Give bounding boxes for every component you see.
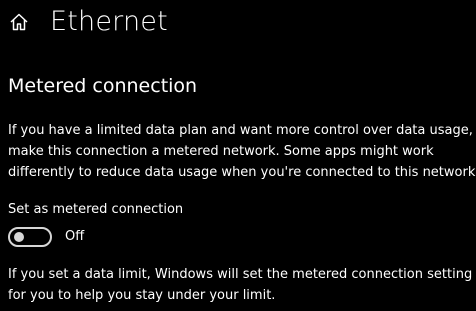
- section-title: Metered connection: [8, 75, 198, 97]
- description-line: differently to reduce data usage when yo…: [8, 165, 476, 180]
- note-line: for you to help you stay under your limi…: [8, 288, 276, 303]
- data-limit-note: If you set a data limit, Windows will se…: [8, 264, 472, 306]
- description-line: If you have a limited data plan and want…: [8, 123, 473, 138]
- toggle-state-text: Off: [65, 229, 85, 244]
- home-icon[interactable]: [8, 11, 30, 33]
- metered-connection-toggle[interactable]: [8, 227, 52, 247]
- description-line: make this connection a metered network. …: [8, 144, 434, 159]
- page-title: Ethernet: [50, 6, 168, 37]
- metered-toggle-row[interactable]: Off: [8, 227, 84, 247]
- page-header: Ethernet: [8, 0, 168, 44]
- toggle-knob: [14, 232, 24, 242]
- metered-toggle-label: Set as metered connection: [8, 202, 184, 217]
- metered-description: If you have a limited data plan and want…: [8, 120, 476, 183]
- note-line: If you set a data limit, Windows will se…: [8, 267, 473, 282]
